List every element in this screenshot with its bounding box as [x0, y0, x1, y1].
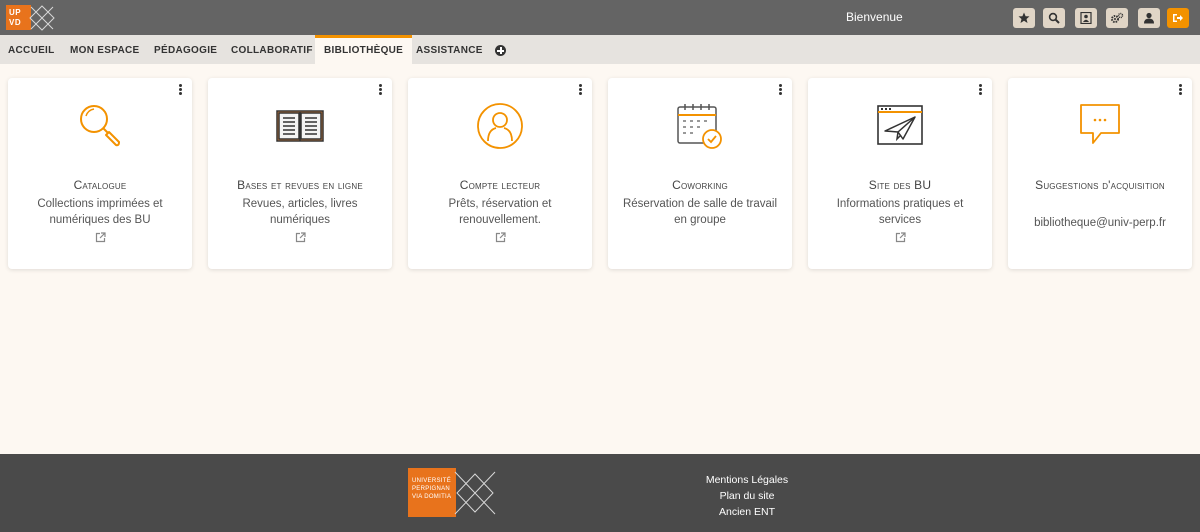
card-title: Suggestions d'acquisition — [1035, 178, 1165, 192]
user-icon — [1144, 12, 1154, 24]
card-title: Compte lecteur — [459, 178, 541, 192]
favorites-button[interactable] — [1013, 8, 1035, 28]
cogs-icon — [1111, 12, 1124, 23]
card-title: Catalogue — [73, 178, 127, 192]
star-icon — [1018, 12, 1030, 23]
card-description: Prêts, réservation et renouvellement. — [448, 198, 552, 226]
footer: UNIVERSITÉ PERPIGNAN VIA DOMITIA Mention… — [0, 454, 1200, 532]
card-menu-icon[interactable] — [377, 84, 383, 96]
card-title: Coworking — [672, 178, 728, 192]
directory-button[interactable] — [1075, 8, 1097, 28]
card-description: Collections imprimées et numériques des … — [37, 198, 163, 226]
paper-plane-window-icon — [877, 105, 923, 145]
card-coworking[interactable]: Coworking Réservation de salle de travai… — [608, 78, 792, 269]
tab-collaboratif[interactable]: COLLABORATIF — [231, 35, 313, 64]
tab-mon-espace[interactable]: MON ESPACE — [70, 35, 140, 64]
footer-links: Mentions Légales Plan du site Ancien ENT — [690, 472, 804, 520]
logout-button[interactable] — [1167, 8, 1189, 28]
card-description: Revues, articles, livres numériques — [242, 198, 358, 226]
external-link-icon[interactable] — [95, 232, 106, 243]
card-menu-icon[interactable] — [177, 84, 183, 96]
upvd-logo[interactable]: UP VD — [6, 5, 55, 31]
card-site-des-bu[interactable]: Site des BU Informations pratiques et se… — [808, 78, 992, 269]
tab-accueil[interactable]: ACCUEIL — [8, 35, 55, 64]
tab-bibliotheque[interactable]: BIBLIOTHÈQUE — [315, 35, 413, 64]
card-menu-icon[interactable] — [977, 84, 983, 96]
search-icon — [1048, 12, 1060, 24]
tab-pedagogie[interactable]: PÉDAGOGIE — [154, 35, 217, 64]
card-description: Informations pratiques et services — [836, 198, 964, 226]
external-link-icon[interactable] — [495, 232, 506, 243]
logo-cross-icon — [29, 5, 55, 31]
calendar-check-icon — [677, 104, 722, 149]
card-suggestions[interactable]: Suggestions d'acquisition bibliotheque@u… — [1008, 78, 1192, 269]
logo-cross-icon — [454, 471, 496, 515]
user-button[interactable] — [1138, 8, 1160, 28]
magnifier-icon — [80, 105, 120, 147]
card-catalogue[interactable]: Catalogue Collections imprimées et numér… — [8, 78, 192, 269]
card-menu-icon[interactable] — [777, 84, 783, 96]
footer-logo[interactable]: UNIVERSITÉ PERPIGNAN VIA DOMITIA — [408, 468, 456, 517]
tab-assistance[interactable]: ASSISTANCE — [416, 35, 483, 64]
search-button[interactable] — [1043, 8, 1065, 28]
sign-out-icon — [1173, 14, 1183, 22]
logo-text: UP VD — [6, 5, 31, 30]
speech-bubble-icon — [1080, 104, 1120, 144]
card-menu-icon[interactable] — [577, 84, 583, 96]
link-ancien-ent[interactable]: Ancien ENT — [690, 504, 804, 520]
welcome-text: Bienvenue — [846, 10, 903, 24]
main-nav: ACCUEIL MON ESPACE PÉDAGOGIE COLLABORATI… — [0, 35, 1200, 64]
link-plan-du-site[interactable]: Plan du site — [690, 488, 804, 504]
card-menu-icon[interactable] — [1177, 84, 1183, 96]
user-circle-icon — [477, 103, 523, 149]
external-link-icon[interactable] — [295, 232, 306, 243]
card-compte-lecteur[interactable]: Compte lecteur Prêts, réservation et ren… — [408, 78, 592, 269]
open-book-icon — [276, 110, 324, 142]
card-email[interactable]: bibliotheque@univ-perp.fr — [1022, 215, 1178, 231]
plus-circle-icon[interactable] — [495, 45, 506, 56]
card-bases-revues[interactable]: Bases et revues en ligne Revues, article… — [208, 78, 392, 269]
card-title: Bases et revues en ligne — [237, 178, 363, 192]
contact-card-icon — [1080, 12, 1092, 24]
top-bar: UP VD Bienvenue — [0, 0, 1200, 35]
card-description: Réservation de salle de travail en group… — [622, 198, 778, 226]
card-title: Site des BU — [868, 178, 932, 192]
external-link-icon[interactable] — [895, 232, 906, 243]
settings-button[interactable] — [1106, 8, 1128, 28]
link-mentions-legales[interactable]: Mentions Légales — [690, 472, 804, 488]
